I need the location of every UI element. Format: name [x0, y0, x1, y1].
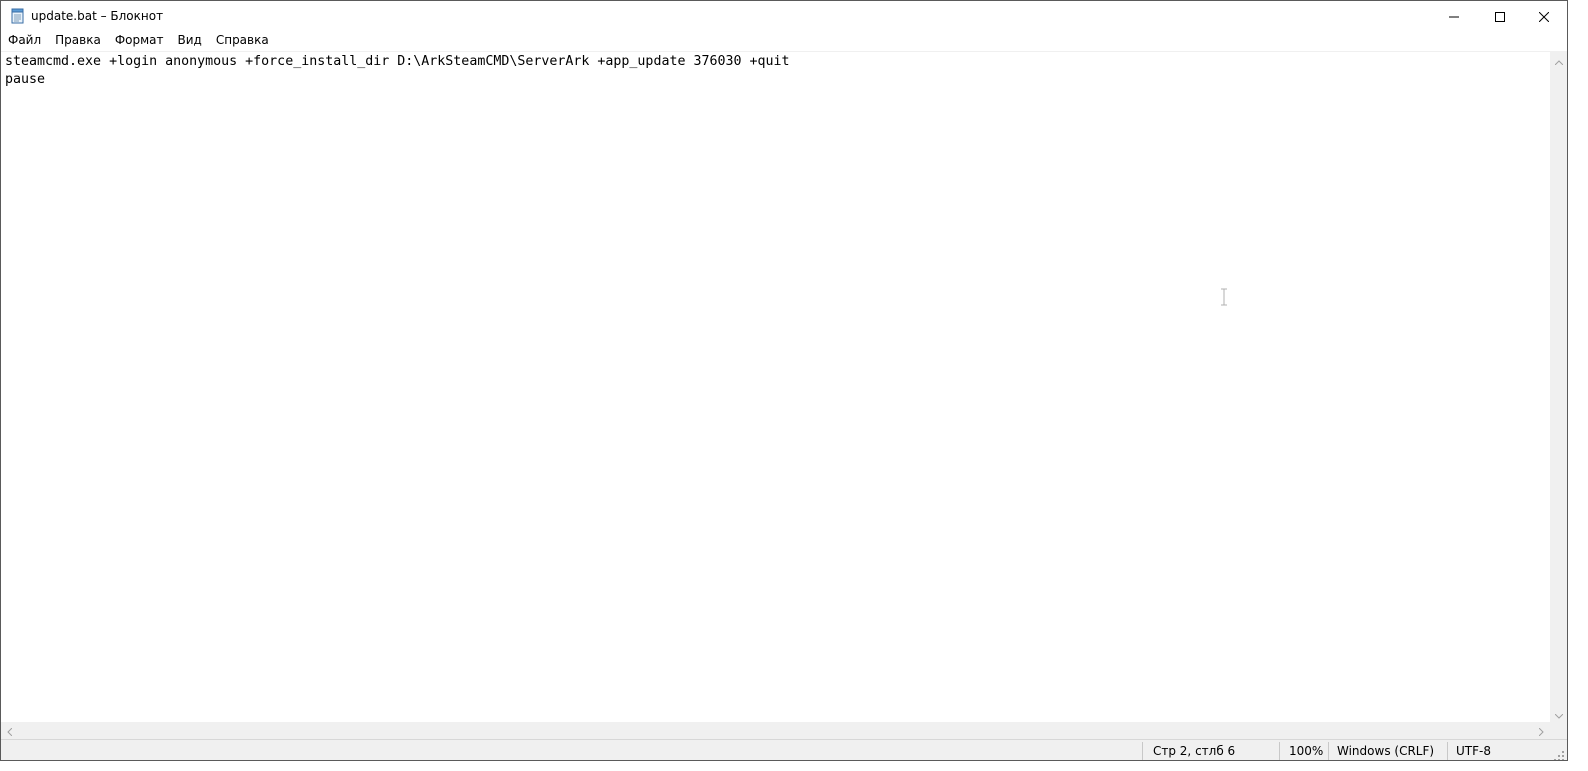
text-cursor-icon: [1219, 287, 1229, 307]
scroll-down-button[interactable]: [1550, 705, 1567, 722]
menu-bar: Файл Правка Формат Вид Справка: [1, 31, 1567, 50]
status-encoding: UTF-8: [1456, 744, 1491, 758]
scroll-left-button[interactable]: [1, 722, 18, 739]
window-title: update.bat – Блокнот: [31, 9, 164, 23]
chevron-left-icon: [7, 721, 13, 740]
title-bar[interactable]: update.bat – Блокнот: [1, 1, 1567, 31]
chevron-up-icon: [1554, 50, 1563, 69]
resize-grip-icon[interactable]: [1553, 747, 1565, 760]
close-icon: [1538, 7, 1550, 26]
editor-line[interactable]: steamcmd.exe +login anonymous +force_ins…: [5, 53, 790, 71]
notepad-window: update.bat – Блокнот Файл Правка Формат …: [0, 0, 1568, 761]
menu-edit[interactable]: Правка: [48, 31, 108, 50]
minimize-button[interactable]: [1431, 1, 1477, 31]
status-cursor-position: Стр 2, стлб 6: [1153, 744, 1236, 758]
close-button[interactable]: [1521, 1, 1567, 31]
chevron-right-icon: [1538, 721, 1544, 740]
status-separator: [1279, 742, 1280, 760]
scrollbar-corner: [1550, 722, 1567, 739]
vertical-scrollbar[interactable]: [1550, 51, 1567, 722]
status-separator: [1142, 742, 1143, 760]
chevron-down-icon: [1554, 704, 1563, 723]
status-separator: [1447, 742, 1448, 760]
scroll-up-button[interactable]: [1550, 51, 1567, 68]
maximize-icon: [1495, 7, 1505, 26]
menu-file[interactable]: Файл: [1, 31, 48, 50]
maximize-button[interactable]: [1477, 1, 1523, 31]
status-zoom: 100%: [1289, 744, 1324, 758]
scroll-right-button[interactable]: [1533, 722, 1550, 739]
text-editor[interactable]: steamcmd.exe +login anonymous +force_ins…: [1, 51, 1550, 723]
editor-line[interactable]: pause: [5, 71, 45, 89]
status-separator: [1328, 742, 1329, 760]
menu-view[interactable]: Вид: [171, 31, 209, 50]
status-line-endings: Windows (CRLF): [1337, 744, 1435, 758]
menu-format[interactable]: Формат: [108, 31, 171, 50]
menu-help[interactable]: Справка: [209, 31, 276, 50]
minimize-icon: [1449, 7, 1459, 26]
horizontal-scrollbar[interactable]: [1, 722, 1550, 739]
notepad-icon: [11, 8, 25, 24]
status-bar: Стр 2, стлб 6 100% Windows (CRLF) UTF-8: [1, 739, 1567, 760]
